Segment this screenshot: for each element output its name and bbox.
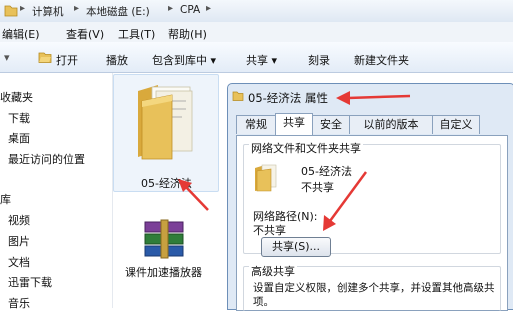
annotation-arrows	[178, 91, 411, 231]
arrow-to-title-icon	[336, 91, 411, 105]
arrow-to-folder-icon	[178, 179, 209, 211]
arrow-to-share-button-icon	[323, 171, 368, 231]
